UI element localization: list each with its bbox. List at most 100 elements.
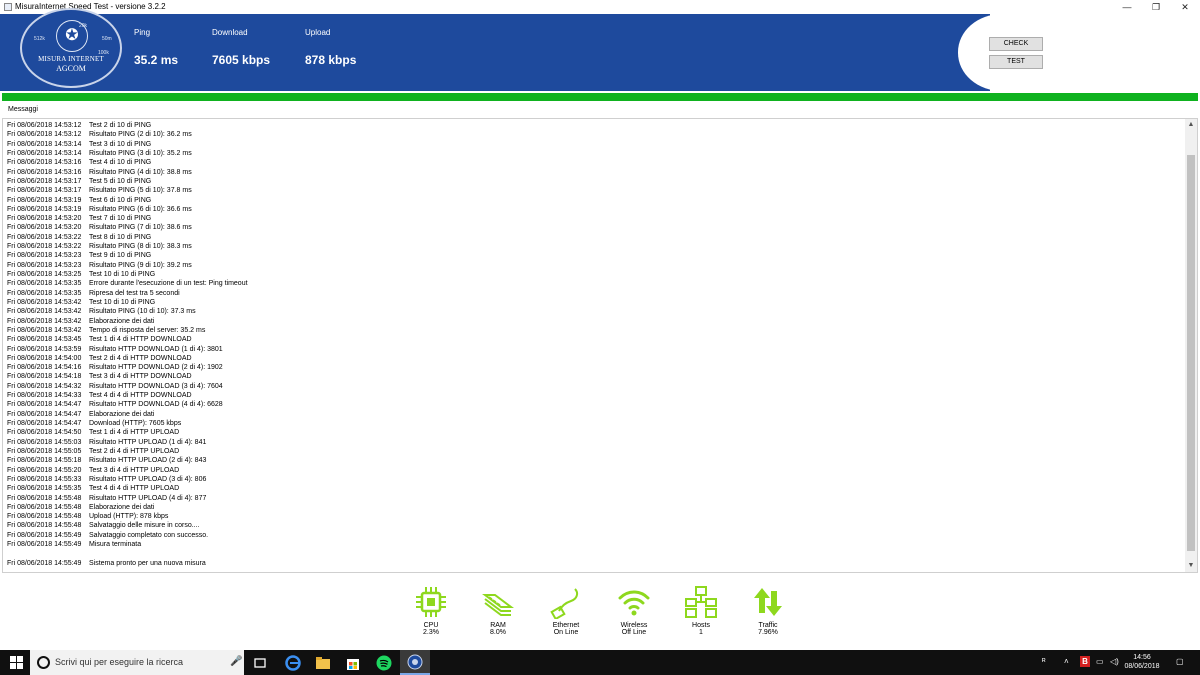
upload-label: Upload [305, 28, 331, 37]
log-timestamp: Fri 08/06/2018 14:53:22 [7, 243, 82, 251]
agcom-logo: 20k 50m 512k 100k ✪ MISURA INTERNET AGCO… [20, 8, 122, 88]
log-timestamp: Fri 08/06/2018 14:55:49 [7, 559, 82, 567]
logo-tick: 512k [34, 36, 45, 42]
log-line: Fri 08/06/2018 14:53:22 Test 8 di 10 di P… [7, 233, 1177, 242]
logo-subtext: AGCOM [56, 64, 86, 73]
log-line: Fri 08/06/2018 14:55:48 Upload (HTTP): 87… [7, 512, 1177, 521]
log-timestamp: Fri 08/06/2018 14:55:33 [7, 475, 82, 483]
log-timestamp: Fri 08/06/2018 14:53:17 [7, 177, 82, 185]
log-message: Sistema pronto per una nuova misura [89, 559, 206, 567]
log-line: Fri 08/06/2018 14:55:05 Test 2 di 4 di HT… [7, 447, 1177, 456]
scroll-up-icon[interactable]: ▲ [1185, 119, 1197, 131]
status-name: Hosts [692, 622, 710, 629]
status-value: On Line [553, 629, 579, 636]
log-line: Fri 08/06/2018 14:53:22 Risultato PING (8… [7, 242, 1177, 251]
windows-start-icon[interactable] [10, 656, 23, 669]
scroll-thumb[interactable] [1187, 155, 1195, 551]
message-log[interactable]: Fri 08/06/2018 14:53:12 Test 2 di 10 di P… [2, 118, 1198, 573]
app-icon [4, 3, 12, 11]
log-message: Risultato HTTP UPLOAD (4 di 4): 877 [89, 494, 207, 502]
traffic-icon [754, 588, 782, 616]
log-timestamp: Fri 08/06/2018 14:53:16 [7, 159, 82, 167]
logo-tick: 50m [102, 36, 112, 42]
log-message: Test 9 di 10 di PING [89, 252, 152, 260]
search-placeholder: Scrivi qui per eseguire la ricerca [55, 657, 184, 667]
log-timestamp: Fri 08/06/2018 14:54:18 [7, 373, 82, 381]
log-timestamp: Fri 08/06/2018 14:54:16 [7, 364, 82, 372]
log-timestamp: Fri 08/06/2018 14:54:50 [7, 429, 82, 437]
check-button[interactable]: CHECK [989, 37, 1043, 51]
log-message: Upload (HTTP): 878 kbps [89, 513, 169, 521]
minimize-button[interactable]: — [1112, 0, 1142, 14]
clock-date: 08/06/2018 [1124, 663, 1160, 670]
log-line: Fri 08/06/2018 14:53:19 Risultato PING (6… [7, 205, 1177, 214]
network-icon[interactable]: ▭ [1096, 657, 1104, 666]
log-line: Fri 08/06/2018 14:53:42 Elaborazione dei … [7, 317, 1177, 326]
store-icon[interactable] [345, 655, 361, 671]
window-title: MisuraInternet Speed Test - versione 3.2… [15, 2, 166, 11]
log-message: Test 4 di 10 di PING [89, 159, 152, 167]
log-scrollbar[interactable]: ▲ ▼ [1185, 119, 1197, 572]
log-line: Fri 08/06/2018 14:54:47 Download (HTTP): … [7, 419, 1177, 428]
spotify-icon[interactable] [376, 655, 392, 671]
log-timestamp: Fri 08/06/2018 14:54:47 [7, 410, 82, 418]
log-line: Fri 08/06/2018 14:53:16 Risultato PING (4… [7, 168, 1177, 177]
log-line: Fri 08/06/2018 14:55:03 Risultato HTTP UP… [7, 438, 1177, 447]
log-timestamp: Fri 08/06/2018 14:55:49 [7, 541, 82, 549]
active-app-tab[interactable] [400, 650, 430, 675]
taskbar-search[interactable]: Scrivi qui per eseguire la ricerca 🎤 [30, 650, 244, 675]
log-line: Fri 08/06/2018 14:55:35 Test 4 di 4 di HT… [7, 484, 1177, 493]
log-message: Test 10 di 10 di PING [89, 271, 156, 278]
log-line: Fri 08/06/2018 14:53:42 Tempo di risposta… [7, 326, 1177, 335]
log-timestamp: Fri 08/06/2018 14:53:12 [7, 131, 82, 139]
people-icon[interactable]: ᴿ [1042, 657, 1046, 666]
log-timestamp: Fri 08/06/2018 14:53:23 [7, 261, 82, 269]
log-timestamp: Fri 08/06/2018 14:55:18 [7, 457, 82, 465]
ethernet-icon [550, 588, 579, 619]
log-line: Fri 08/06/2018 14:53:17 Risultato PING (5… [7, 186, 1177, 195]
log-timestamp: Fri 08/06/2018 14:53:17 [7, 187, 82, 195]
log-message: Risultato HTTP UPLOAD (1 di 4): 841 [89, 438, 207, 446]
log-timestamp: Fri 08/06/2018 14:55:48 [7, 494, 82, 502]
taskbar-clock[interactable]: 14:56 08/06/2018 [1122, 653, 1162, 671]
log-timestamp: Fri 08/06/2018 14:53:42 [7, 326, 82, 334]
log-line: Fri 08/06/2018 14:53:20 Test 7 di 10 di P… [7, 214, 1177, 223]
tray-up-arrow-icon[interactable]: ˄ [1064, 657, 1069, 666]
log-timestamp: Fri 08/06/2018 14:53:35 [7, 280, 82, 288]
notifications-icon[interactable]: ▢ [1176, 657, 1184, 666]
edge-icon[interactable] [285, 655, 301, 671]
log-timestamp: Fri 08/06/2018 14:54:47 [7, 420, 82, 427]
log-message: Elaborazione dei dati [89, 410, 155, 418]
scroll-down-icon[interactable]: ▼ [1185, 560, 1197, 572]
log-message: Risultato PING (2 di 10): 36.2 ms [89, 131, 192, 139]
close-button[interactable]: ✕ [1170, 0, 1200, 14]
log-timestamp: Fri 08/06/2018 14:53:14 [7, 149, 82, 157]
status-value: 2.3% [423, 629, 439, 636]
misurainternet-app-icon [407, 654, 423, 670]
tray-app-icon[interactable]: B [1080, 656, 1090, 667]
clock-time: 14:56 [1133, 654, 1151, 661]
log-message: Risultato HTTP DOWNLOAD (4 di 4): 6628 [89, 401, 223, 409]
log-line: Fri 08/06/2018 14:55:20 Test 3 di 4 di HT… [7, 466, 1177, 475]
task-view-icon[interactable] [252, 655, 268, 671]
log-line: Fri 08/06/2018 14:53:19 Test 6 di 10 di P… [7, 196, 1177, 205]
log-timestamp: Fri 08/06/2018 14:55:48 [7, 513, 82, 521]
log-lines: Fri 08/06/2018 14:53:12 Test 2 di 10 di P… [7, 121, 1177, 568]
log-line: Fri 08/06/2018 14:53:12 Risultato PING (2… [7, 130, 1177, 139]
log-message: Risultato PING (5 di 10): 37.8 ms [89, 187, 192, 195]
ping-value: 35.2 ms [134, 53, 179, 67]
log-timestamp: Fri 08/06/2018 14:53:20 [7, 215, 82, 223]
file-explorer-icon[interactable] [315, 655, 331, 671]
log-message: Test 2 di 4 di HTTP UPLOAD [89, 447, 180, 455]
volume-icon[interactable]: ◁) [1110, 657, 1119, 666]
log-message: Test 5 di 10 di PING [89, 177, 152, 185]
log-timestamp: Fri 08/06/2018 14:53:16 [7, 168, 82, 176]
status-name: RAM [490, 622, 506, 629]
restore-button[interactable]: ❐ [1141, 0, 1171, 14]
status-name: Wireless [620, 622, 648, 629]
status-value: Off Line [621, 629, 647, 636]
log-line: Fri 08/06/2018 14:53:35 Errore durante l'… [7, 279, 1177, 288]
log-line: Fri 08/06/2018 14:54:47 Risultato HTTP DO… [7, 400, 1177, 409]
microphone-icon[interactable]: 🎤 [230, 656, 242, 667]
test-button[interactable]: TEST [989, 55, 1043, 69]
